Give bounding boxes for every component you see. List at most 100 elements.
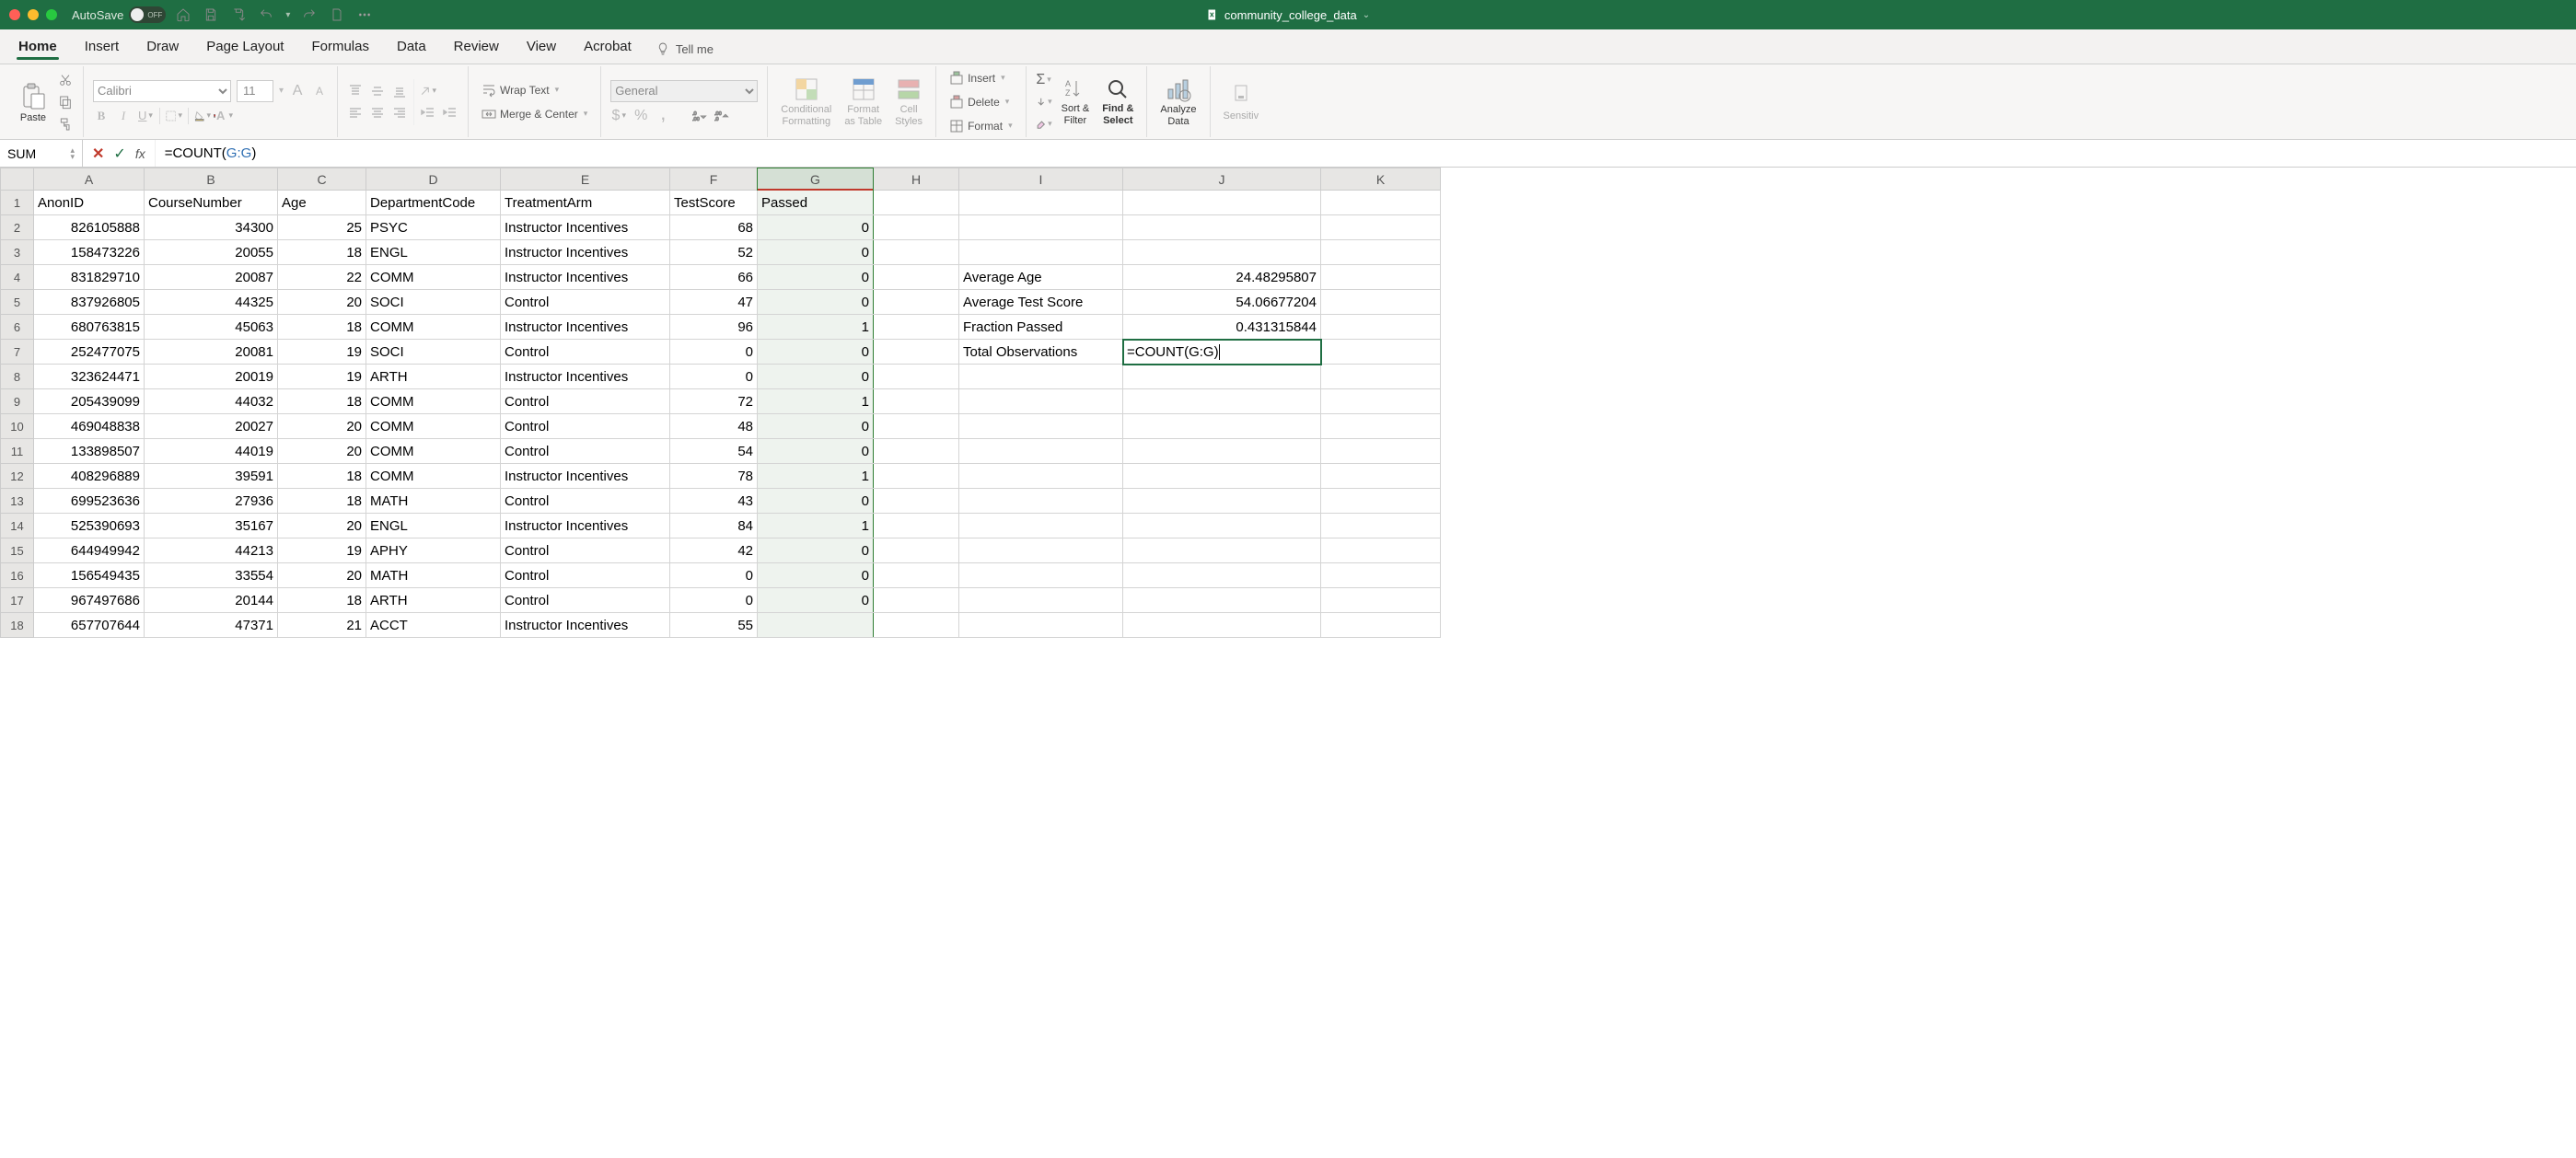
- cell[interactable]: 680763815: [34, 315, 145, 340]
- cell[interactable]: [1321, 464, 1441, 489]
- cell[interactable]: [959, 613, 1123, 638]
- cell[interactable]: COMM: [366, 389, 501, 414]
- name-box[interactable]: SUM ▴▾: [0, 140, 83, 167]
- more-icon[interactable]: [356, 6, 373, 23]
- cell[interactable]: 323624471: [34, 365, 145, 389]
- header-cell[interactable]: [1321, 191, 1441, 215]
- cell[interactable]: 20: [278, 290, 366, 315]
- cell[interactable]: 1: [758, 389, 874, 414]
- cell[interactable]: 1: [758, 315, 874, 340]
- document-title[interactable]: community_college_data ⌄: [1206, 7, 1370, 22]
- cell[interactable]: [959, 538, 1123, 563]
- cell[interactable]: Control: [501, 588, 670, 613]
- cell[interactable]: 34300: [145, 215, 278, 240]
- cell[interactable]: 826105888: [34, 215, 145, 240]
- cell[interactable]: 20027: [145, 414, 278, 439]
- insert-cells-button[interactable]: Insert: [946, 69, 1016, 87]
- cell[interactable]: 0: [758, 588, 874, 613]
- undo-icon[interactable]: [258, 6, 274, 23]
- row-header[interactable]: 4: [1, 265, 34, 290]
- cell[interactable]: 35167: [145, 514, 278, 538]
- select-all-corner[interactable]: [1, 168, 34, 191]
- cell[interactable]: [1123, 414, 1321, 439]
- cell[interactable]: 644949942: [34, 538, 145, 563]
- cell[interactable]: [874, 439, 959, 464]
- header-cell[interactable]: [1123, 191, 1321, 215]
- chevron-down-icon[interactable]: ⌄: [1363, 10, 1370, 20]
- cell[interactable]: ENGL: [366, 514, 501, 538]
- cell[interactable]: [1123, 613, 1321, 638]
- cell[interactable]: ACCT: [366, 613, 501, 638]
- cell[interactable]: [874, 365, 959, 389]
- cell[interactable]: 0: [758, 439, 874, 464]
- cell[interactable]: 20019: [145, 365, 278, 389]
- borders-icon[interactable]: [166, 108, 182, 124]
- cell[interactable]: 18: [278, 464, 366, 489]
- col-header-F[interactable]: F: [670, 168, 758, 191]
- cell[interactable]: [1123, 514, 1321, 538]
- formula-input[interactable]: =COUNT(G:G): [156, 145, 2576, 161]
- cell[interactable]: [874, 265, 959, 290]
- comma-icon[interactable]: ,: [655, 108, 671, 124]
- cell[interactable]: 68: [670, 215, 758, 240]
- cell[interactable]: [1321, 215, 1441, 240]
- cell[interactable]: ARTH: [366, 365, 501, 389]
- cell[interactable]: 44325: [145, 290, 278, 315]
- cell[interactable]: 20144: [145, 588, 278, 613]
- autosum-icon[interactable]: Σ: [1036, 72, 1052, 88]
- cell[interactable]: 20: [278, 414, 366, 439]
- cell[interactable]: [959, 489, 1123, 514]
- cell[interactable]: 0: [758, 215, 874, 240]
- orientation-icon[interactable]: [420, 83, 436, 99]
- header-cell[interactable]: [959, 191, 1123, 215]
- cell[interactable]: [1123, 439, 1321, 464]
- cell[interactable]: 47371: [145, 613, 278, 638]
- tab-page-layout[interactable]: Page Layout: [193, 31, 296, 64]
- cell[interactable]: [874, 315, 959, 340]
- header-cell[interactable]: TestScore: [670, 191, 758, 215]
- cell[interactable]: Instructor Incentives: [501, 240, 670, 265]
- cell[interactable]: 33554: [145, 563, 278, 588]
- cell[interactable]: [1321, 439, 1441, 464]
- header-cell[interactable]: AnonID: [34, 191, 145, 215]
- col-header-J[interactable]: J: [1123, 168, 1321, 191]
- cell[interactable]: Instructor Incentives: [501, 514, 670, 538]
- cell[interactable]: Instructor Incentives: [501, 265, 670, 290]
- cell[interactable]: [874, 613, 959, 638]
- minimize-window-button[interactable]: [28, 9, 39, 20]
- cell[interactable]: Control: [501, 290, 670, 315]
- cell[interactable]: 967497686: [34, 588, 145, 613]
- align-middle-icon[interactable]: [369, 83, 386, 99]
- cell[interactable]: 0: [670, 365, 758, 389]
- delete-cells-button[interactable]: Delete: [946, 93, 1016, 111]
- cell[interactable]: SOCI: [366, 340, 501, 365]
- increase-font-icon[interactable]: A: [289, 83, 306, 99]
- home-icon[interactable]: [175, 6, 191, 23]
- paste-button[interactable]: Paste: [15, 81, 52, 123]
- cell[interactable]: [758, 613, 874, 638]
- save-icon[interactable]: [203, 6, 219, 23]
- cell[interactable]: 0.431315844: [1123, 315, 1321, 340]
- clear-icon[interactable]: [1036, 116, 1052, 133]
- find-select-button[interactable]: Find & Select: [1098, 77, 1137, 125]
- cancel-icon[interactable]: ✕: [92, 145, 104, 163]
- row-header[interactable]: 10: [1, 414, 34, 439]
- cell[interactable]: COMM: [366, 439, 501, 464]
- cell[interactable]: 20: [278, 514, 366, 538]
- cell[interactable]: 158473226: [34, 240, 145, 265]
- align-top-icon[interactable]: [347, 83, 364, 99]
- cell[interactable]: 0: [758, 340, 874, 365]
- align-left-icon[interactable]: [347, 105, 364, 122]
- cell[interactable]: 43: [670, 489, 758, 514]
- merge-center-button[interactable]: Merge & Center: [478, 105, 591, 123]
- cell[interactable]: 0: [758, 489, 874, 514]
- undo-dropdown[interactable]: ▾: [285, 10, 290, 20]
- tab-insert[interactable]: Insert: [72, 31, 133, 64]
- cell[interactable]: [1321, 414, 1441, 439]
- cell[interactable]: [1321, 315, 1441, 340]
- fill-icon[interactable]: [1036, 94, 1052, 110]
- header-cell[interactable]: Passed: [758, 191, 874, 215]
- cell[interactable]: 408296889: [34, 464, 145, 489]
- sort-filter-button[interactable]: AZ Sort & Filter: [1058, 77, 1094, 125]
- cell[interactable]: [959, 514, 1123, 538]
